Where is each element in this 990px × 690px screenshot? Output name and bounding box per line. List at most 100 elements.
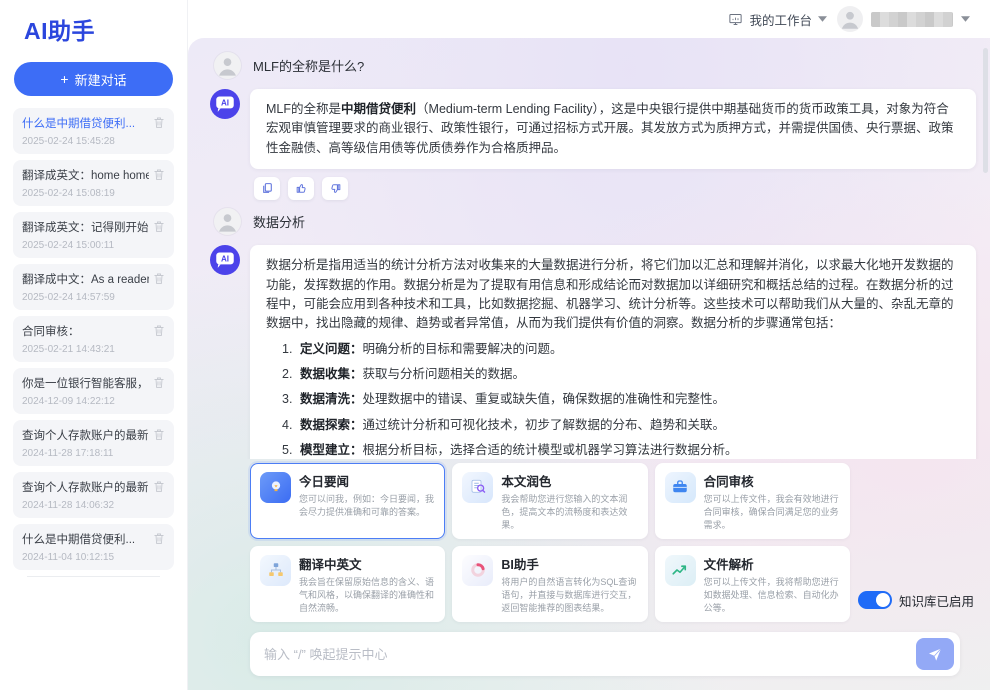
divider	[27, 576, 160, 577]
conversation-title: 什么是中期借贷便利...	[22, 531, 149, 547]
ai-message-card: MLF的全称是中期借贷便利（Medium-term Lending Facili…	[250, 89, 976, 169]
trash-icon[interactable]	[153, 428, 165, 441]
user-avatar	[214, 52, 241, 79]
thumbs-up-button[interactable]	[288, 177, 314, 200]
conversation-time: 2025-02-24 15:08:19	[22, 188, 149, 199]
card-today-news[interactable]: 今日要闻您可以问我，例如：今日要闻，我会尽力提供准确和可靠的答案。	[250, 463, 445, 539]
trash-icon[interactable]	[153, 116, 165, 129]
conversation-item[interactable]: 你是一位银行智能客服，... 2024-12-09 14:22:12	[13, 368, 174, 414]
chevron-down-icon	[818, 16, 827, 22]
bulb-icon	[260, 472, 291, 503]
user-menu[interactable]	[837, 6, 970, 32]
card-bi-assistant[interactable]: BI助手将用户的自然语言转化为SQL查询语句，并直接与数据库进行交互，返回智能推…	[452, 546, 647, 622]
prompt-input[interactable]	[264, 647, 916, 662]
trash-icon[interactable]	[153, 272, 165, 285]
svg-text:AI: AI	[221, 99, 229, 108]
conversation-time: 2024-11-28 14:06:32	[22, 500, 149, 511]
translate-icon	[260, 555, 291, 586]
workspace-menu[interactable]: 我的工作台	[728, 10, 827, 29]
conversation-time: 2024-11-04 10:12:15	[22, 552, 149, 563]
scrollbar-thumb[interactable]	[983, 48, 988, 173]
conversation-title: 查询个人存款账户的最新...	[22, 427, 149, 443]
copy-icon	[261, 182, 274, 195]
conversation-time: 2025-02-24 15:00:11	[22, 240, 149, 251]
knowledge-base-toggle[interactable]	[858, 591, 892, 609]
thumbs-down-icon	[329, 182, 342, 195]
user-message-row: MLF的全称是什么?	[214, 52, 976, 79]
list-item: 2.数据收集：获取与分析问题相关的数据。	[282, 365, 960, 384]
conversation-item[interactable]: 什么是中期借贷便利... 2025-02-24 15:45:28	[13, 108, 174, 154]
card-file-parse[interactable]: 文件解析您可以上传文件，我将帮助您进行如数据处理、信息检索、自动化办公等。	[655, 546, 850, 622]
trash-icon[interactable]	[153, 480, 165, 493]
ai-avatar: AI	[210, 89, 240, 119]
conversation-title: 查询个人存款账户的最新...	[22, 479, 149, 495]
user-message-text: 数据分析	[253, 212, 305, 231]
conversation-title: 翻译成中文：As a reader...	[22, 271, 149, 287]
conversation-item[interactable]: 翻译成英文：记得刚开始...2025-02-24 15:00:11	[13, 212, 174, 258]
conversation-title: 合同审核：	[22, 323, 149, 339]
conversation-time: 2025-02-24 15:45:28	[22, 136, 149, 147]
ai-message-bold: 中期借贷便利	[341, 102, 416, 116]
sidebar: AI助手 + 新建对话 什么是中期借贷便利... 2025-02-24 15:45…	[0, 0, 188, 690]
ai-avatar: AI	[210, 245, 240, 275]
trash-icon[interactable]	[153, 376, 165, 389]
trash-icon[interactable]	[153, 220, 165, 233]
conversation-time: 2024-12-09 14:22:12	[22, 396, 149, 407]
conversation-time: 2025-02-24 14:57:59	[22, 292, 149, 303]
card-translate[interactable]: 翻译中英文我会旨在保留原始信息的含义、语气和风格，以确保翻译的准确性和自然流畅。	[250, 546, 445, 622]
thumbs-down-button[interactable]	[322, 177, 348, 200]
chevron-down-icon	[961, 16, 970, 22]
conversation-item[interactable]: 查询个人存款账户的最新... 2024-11-28 14:06:32	[13, 472, 174, 518]
new-chat-button[interactable]: + 新建对话	[14, 62, 173, 96]
conversation-item[interactable]: 什么是中期借贷便利... 2024-11-04 10:12:15	[13, 524, 174, 570]
conversation-title: 什么是中期借贷便利...	[22, 115, 149, 131]
list-item: 5.模型建立：根据分析目标，选择合适的统计模型或机器学习算法进行数据分析。	[282, 441, 960, 459]
conversation-item[interactable]: 翻译成中文：As a reader... 2025-02-24 14:57:59	[13, 264, 174, 310]
list-item: 4.数据探索：通过统计分析和可视化技术，初步了解数据的分布、趋势和关联。	[282, 416, 960, 435]
trend-icon	[665, 555, 696, 586]
list-item: 1.定义问题：明确分析的目标和需要解决的问题。	[282, 340, 960, 359]
user-avatar	[837, 6, 863, 32]
monitor-icon	[728, 12, 743, 27]
chat-messages: MLF的全称是什么? AI MLF的全称是中期借贷便利（Medium-term …	[188, 38, 990, 459]
trash-icon[interactable]	[153, 324, 165, 337]
message-actions	[254, 177, 976, 200]
feature-cards-grid: 今日要闻您可以问我，例如：今日要闻，我会尽力提供准确和可靠的答案。 本文润色我会…	[250, 463, 850, 622]
user-avatar	[214, 208, 241, 235]
user-message-text: MLF的全称是什么?	[253, 56, 364, 75]
briefcase-icon	[665, 472, 696, 503]
conversation-item[interactable]: 翻译成英文：home home2025-02-24 15:08:19	[13, 160, 174, 206]
copy-button[interactable]	[254, 177, 280, 200]
app-logo: AI助手	[0, 0, 187, 54]
plus-icon: +	[60, 71, 68, 87]
top-bar: 我的工作台	[188, 0, 990, 38]
trash-icon[interactable]	[153, 532, 165, 545]
prompt-bar	[250, 632, 960, 676]
ai-message-intro: 数据分析是指用适当的统计分析方法对收集来的大量数据进行分析，将它们加以汇总和理解…	[266, 256, 960, 334]
card-text-polish[interactable]: 本文润色我会帮助您进行您输入的文本润色，提高文本的流畅度和表达效果。	[452, 463, 647, 539]
paper-plane-icon	[927, 646, 943, 662]
conversation-item[interactable]: 查询个人存款账户的最新...2024-11-28 17:18:11	[13, 420, 174, 466]
ai-message-text: MLF的全称是	[266, 102, 341, 116]
donut-chart-icon	[462, 555, 493, 586]
document-polish-icon	[462, 472, 493, 503]
conversation-time: 2025-02-21 14:43:21	[22, 344, 149, 355]
ai-message-card: 数据分析是指用适当的统计分析方法对收集来的大量数据进行分析，将它们加以汇总和理解…	[250, 245, 976, 459]
svg-text:AI: AI	[221, 255, 229, 264]
list-item: 3.数据清洗：处理数据中的错误、重复或缺失值，确保数据的准确性和完整性。	[282, 390, 960, 409]
username-redacted	[871, 12, 953, 27]
knowledge-base-label: 知识库已启用	[899, 591, 974, 610]
conversation-item[interactable]: 合同审核： 2025-02-21 14:43:21	[13, 316, 174, 362]
new-chat-label: 新建对话	[75, 70, 127, 89]
conversation-list: 什么是中期借贷便利... 2025-02-24 15:45:28 翻译成英文：ho…	[0, 108, 187, 690]
user-message-row: 数据分析	[214, 208, 976, 235]
conversation-title: 你是一位银行智能客服，...	[22, 375, 149, 391]
analysis-steps-list: 1.定义问题：明确分析的目标和需要解决的问题。 2.数据收集：获取与分析问题相关…	[266, 340, 960, 459]
workspace-label: 我的工作台	[749, 10, 812, 29]
send-button[interactable]	[916, 638, 954, 670]
ai-message-row: AI 数据分析是指用适当的统计分析方法对收集来的大量数据进行分析，将它们加以汇总…	[210, 245, 976, 459]
trash-icon[interactable]	[153, 168, 165, 181]
knowledge-base-toggle-area: 知识库已启用	[856, 578, 974, 622]
card-contract-review[interactable]: 合同审核您可以上传文件，我会有效地进行合同审核，确保合同满足您的业务需求。	[655, 463, 850, 539]
main-area: 我的工作台 MLF的全称是什么? AI	[188, 0, 990, 690]
